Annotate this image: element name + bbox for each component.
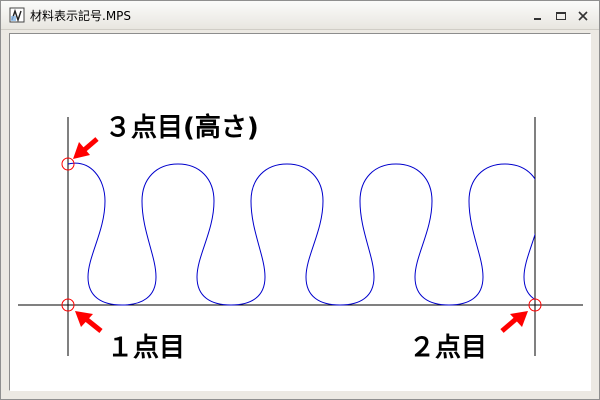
point3-arrow [73, 137, 99, 159]
point2-label: ２点目 [409, 332, 487, 363]
maximize-icon[interactable] [554, 9, 568, 23]
point1-label: １点目 [107, 332, 185, 363]
title-bar[interactable]: 材料表示記号.MPS [1, 1, 599, 30]
wave-symbol[interactable] [67, 162, 558, 306]
minimize-icon[interactable] [531, 9, 545, 23]
close-icon[interactable] [576, 9, 590, 23]
point1-arrow [75, 311, 103, 333]
material-symbol-app-icon[interactable] [9, 7, 25, 23]
drawing-canvas[interactable]: ３点目(高さ) １点目 ２点目 [9, 33, 591, 391]
point3-label: ３点目(高さ) [105, 112, 259, 143]
app-window: 材料表示記号.MPS ３点目(高さ) １点目 ２点目 [0, 0, 600, 400]
drawing-area[interactable]: ３点目(高さ) １点目 ２点目 [9, 33, 591, 391]
window-title: 材料表示記号.MPS [30, 9, 132, 23]
point2-arrow [500, 311, 528, 333]
